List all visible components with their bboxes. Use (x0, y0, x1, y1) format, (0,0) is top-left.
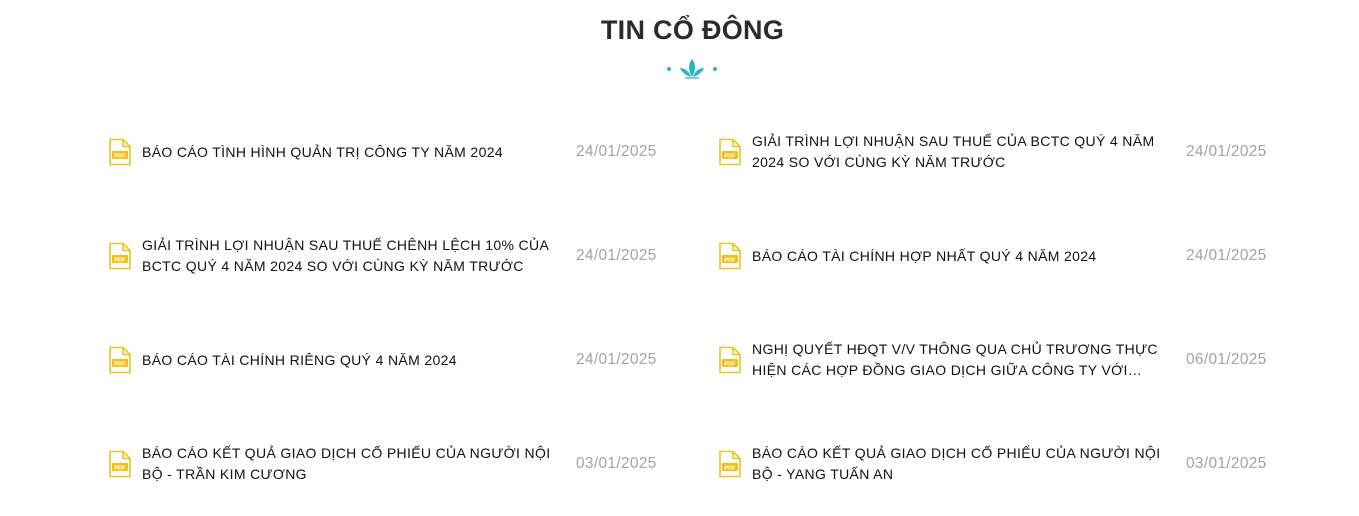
news-date: 24/01/2025 (576, 351, 657, 368)
news-item[interactable]: PDF NGHỊ QUYẾT HĐQT V/V THÔNG QUA CHỦ TRƯ… (718, 308, 1278, 412)
news-date: 03/01/2025 (576, 455, 657, 472)
news-list: PDF BÁO CÁO TÌNH HÌNH QUẢN TRỊ CÔNG TY NĂ… (108, 100, 1288, 516)
news-date: 06/01/2025 (1186, 351, 1267, 368)
pdf-file-icon: PDF (108, 450, 132, 478)
news-date: 24/01/2025 (1186, 247, 1267, 264)
news-item[interactable]: PDF BÁO CÁO KẾT QUẢ GIAO DỊCH CỔ PHIẾU CỦ… (108, 412, 668, 516)
pdf-file-icon: PDF (108, 138, 132, 166)
news-date: 24/01/2025 (1186, 143, 1267, 160)
news-item[interactable]: PDF BÁO CÁO KẾT QUẢ GIAO DỊCH CỔ PHIẾU CỦ… (718, 412, 1278, 516)
news-item[interactable]: PDF GIẢI TRÌNH LỢI NHUẬN SAU THUẾ CHÊNH L… (108, 204, 668, 308)
news-date: 03/01/2025 (1186, 455, 1267, 472)
news-title-link[interactable]: BÁO CÁO TÌNH HÌNH QUẢN TRỊ CÔNG TY NĂM 2… (142, 142, 576, 163)
svg-text:PDF: PDF (725, 361, 737, 367)
news-title-link[interactable]: NGHỊ QUYẾT HĐQT V/V THÔNG QUA CHỦ TRƯƠNG… (752, 339, 1186, 381)
pdf-file-icon: PDF (108, 346, 132, 374)
news-item[interactable]: PDF BÁO CÁO TÀI CHÍNH HỢP NHẤT QUÝ 4 NĂM … (718, 204, 1278, 308)
svg-text:PDF: PDF (725, 257, 737, 263)
news-title-link[interactable]: BÁO CÁO KẾT QUẢ GIAO DỊCH CỔ PHIẾU CỦA N… (752, 443, 1186, 485)
news-title-link[interactable]: BÁO CÁO TÀI CHÍNH HỢP NHẤT QUÝ 4 NĂM 202… (752, 246, 1186, 267)
section-title: TIN CỔ ĐÔNG (600, 15, 785, 45)
svg-text:PDF: PDF (115, 257, 127, 263)
svg-text:PDF: PDF (725, 465, 737, 471)
news-item[interactable]: PDF BÁO CÁO TÌNH HÌNH QUẢN TRỊ CÔNG TY NĂ… (108, 100, 668, 204)
svg-text:PDF: PDF (115, 153, 127, 159)
news-title-link[interactable]: GIẢI TRÌNH LỢI NHUẬN SAU THUẾ CỦA BCTC Q… (752, 131, 1186, 173)
pdf-file-icon: PDF (718, 346, 742, 374)
news-title-link[interactable]: BÁO CÁO TÀI CHÍNH RIÊNG QUÝ 4 NĂM 2024 (142, 350, 576, 371)
svg-text:PDF: PDF (115, 465, 127, 471)
news-date: 24/01/2025 (576, 143, 657, 160)
svg-text:PDF: PDF (725, 153, 737, 159)
news-date: 24/01/2025 (576, 247, 657, 264)
pdf-file-icon: PDF (718, 138, 742, 166)
leaf-divider-icon (667, 59, 717, 79)
pdf-file-icon: PDF (718, 242, 742, 270)
pdf-file-icon: PDF (108, 242, 132, 270)
news-item[interactable]: PDF BÁO CÁO TÀI CHÍNH RIÊNG QUÝ 4 NĂM 202… (108, 308, 668, 412)
news-title-link[interactable]: BÁO CÁO KẾT QUẢ GIAO DỊCH CỔ PHIẾU CỦA N… (142, 443, 576, 485)
pdf-file-icon: PDF (718, 450, 742, 478)
svg-text:PDF: PDF (115, 361, 127, 367)
news-item[interactable]: PDF GIẢI TRÌNH LỢI NHUẬN SAU THUẾ CỦA BCT… (718, 100, 1278, 204)
news-title-link[interactable]: GIẢI TRÌNH LỢI NHUẬN SAU THUẾ CHÊNH LỆCH… (142, 235, 576, 277)
